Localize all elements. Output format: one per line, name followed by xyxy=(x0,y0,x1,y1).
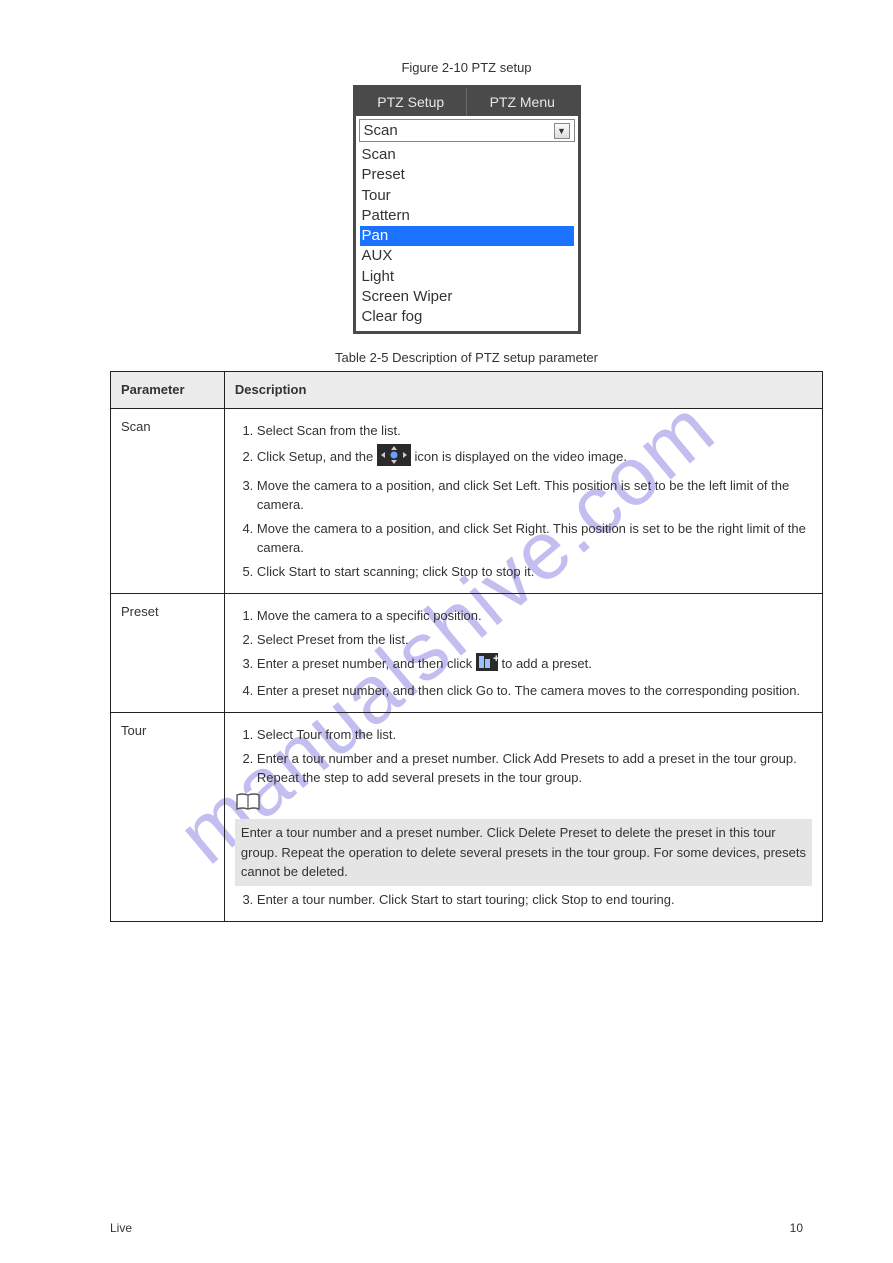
ptz-select-value: Scan xyxy=(364,122,398,139)
ptz-option-pattern[interactable]: Pattern xyxy=(360,206,574,226)
preset-step-2: Select Preset from the list. xyxy=(257,630,812,650)
tour-step-2: Enter a tour number and a preset number.… xyxy=(257,749,812,788)
tab-ptz-menu[interactable]: PTZ Menu xyxy=(467,88,578,116)
ptz-option-aux[interactable]: AUX xyxy=(360,246,574,266)
preset-step-3: Enter a preset number, and then click + … xyxy=(257,653,812,677)
svg-text:+: + xyxy=(493,653,498,665)
header-parameter: Parameter xyxy=(111,372,225,409)
scan-step-2: Click Setup, and the icon is xyxy=(257,444,812,472)
tour-note: Enter a tour number and a preset number.… xyxy=(235,819,812,886)
figure-caption: Figure 2-10 PTZ setup xyxy=(110,60,823,75)
table-row-tour: Tour Select Tour from the list. Enter a … xyxy=(111,713,823,922)
desc-tour: Select Tour from the list. Enter a tour … xyxy=(224,713,822,922)
header-description: Description xyxy=(224,372,822,409)
ptz-tab-bar: PTZ Setup PTZ Menu xyxy=(356,88,578,116)
chevron-down-icon[interactable]: ▼ xyxy=(554,123,570,139)
ptz-setup-panel: PTZ Setup PTZ Menu Scan ▼ Scan Preset To… xyxy=(353,85,581,334)
param-preset: Preset xyxy=(111,594,225,713)
table-caption: Table 2-5 Description of PTZ setup param… xyxy=(110,350,823,365)
note-book-icon xyxy=(235,792,261,818)
ptz-option-tour[interactable]: Tour xyxy=(360,186,574,206)
tour-step-1: Select Tour from the list. xyxy=(257,725,812,745)
tab-ptz-setup[interactable]: PTZ Setup xyxy=(356,88,468,116)
footer-page-number: 10 xyxy=(790,1221,803,1235)
page-footer: Live 10 xyxy=(0,1221,893,1235)
scan-step-5: Click Start to start scanning; click Sto… xyxy=(257,562,812,582)
ptz-function-select[interactable]: Scan ▼ xyxy=(359,119,575,142)
ptz-setup-table: Parameter Description Scan Select Scan f… xyxy=(110,371,823,922)
scan-step-4: Move the camera to a position, and click… xyxy=(257,519,812,558)
table-row-scan: Scan Select Scan from the list. Click Se… xyxy=(111,408,823,594)
ptz-option-preset[interactable]: Preset xyxy=(360,165,574,185)
footer-section: Live xyxy=(110,1221,132,1235)
scan-step-3: Move the camera to a position, and click… xyxy=(257,476,812,515)
desc-preset: Move the camera to a specific position. … xyxy=(224,594,822,713)
preset-step-4: Enter a preset number, and then click Go… xyxy=(257,681,812,701)
direction-pad-icon xyxy=(377,444,411,472)
ptz-option-clear-fog[interactable]: Clear fog xyxy=(360,307,574,327)
table-row-preset: Preset Move the camera to a specific pos… xyxy=(111,594,823,713)
ptz-option-list: Scan Preset Tour Pattern Pan AUX Light S… xyxy=(356,145,578,331)
tour-step-3: Enter a tour number. Click Start to star… xyxy=(257,890,812,910)
ptz-option-scan[interactable]: Scan xyxy=(360,145,574,165)
preset-step-1: Move the camera to a specific position. xyxy=(257,606,812,626)
desc-scan: Select Scan from the list. Click Setup, … xyxy=(224,408,822,594)
ptz-option-screen-wiper[interactable]: Screen Wiper xyxy=(360,287,574,307)
table-header-row: Parameter Description xyxy=(111,372,823,409)
scan-step-1: Select Scan from the list. xyxy=(257,421,812,441)
ptz-option-pan[interactable]: Pan xyxy=(360,226,574,246)
param-scan: Scan xyxy=(111,408,225,594)
param-tour: Tour xyxy=(111,713,225,922)
ptz-option-light[interactable]: Light xyxy=(360,267,574,287)
add-preset-icon: + xyxy=(476,653,498,677)
